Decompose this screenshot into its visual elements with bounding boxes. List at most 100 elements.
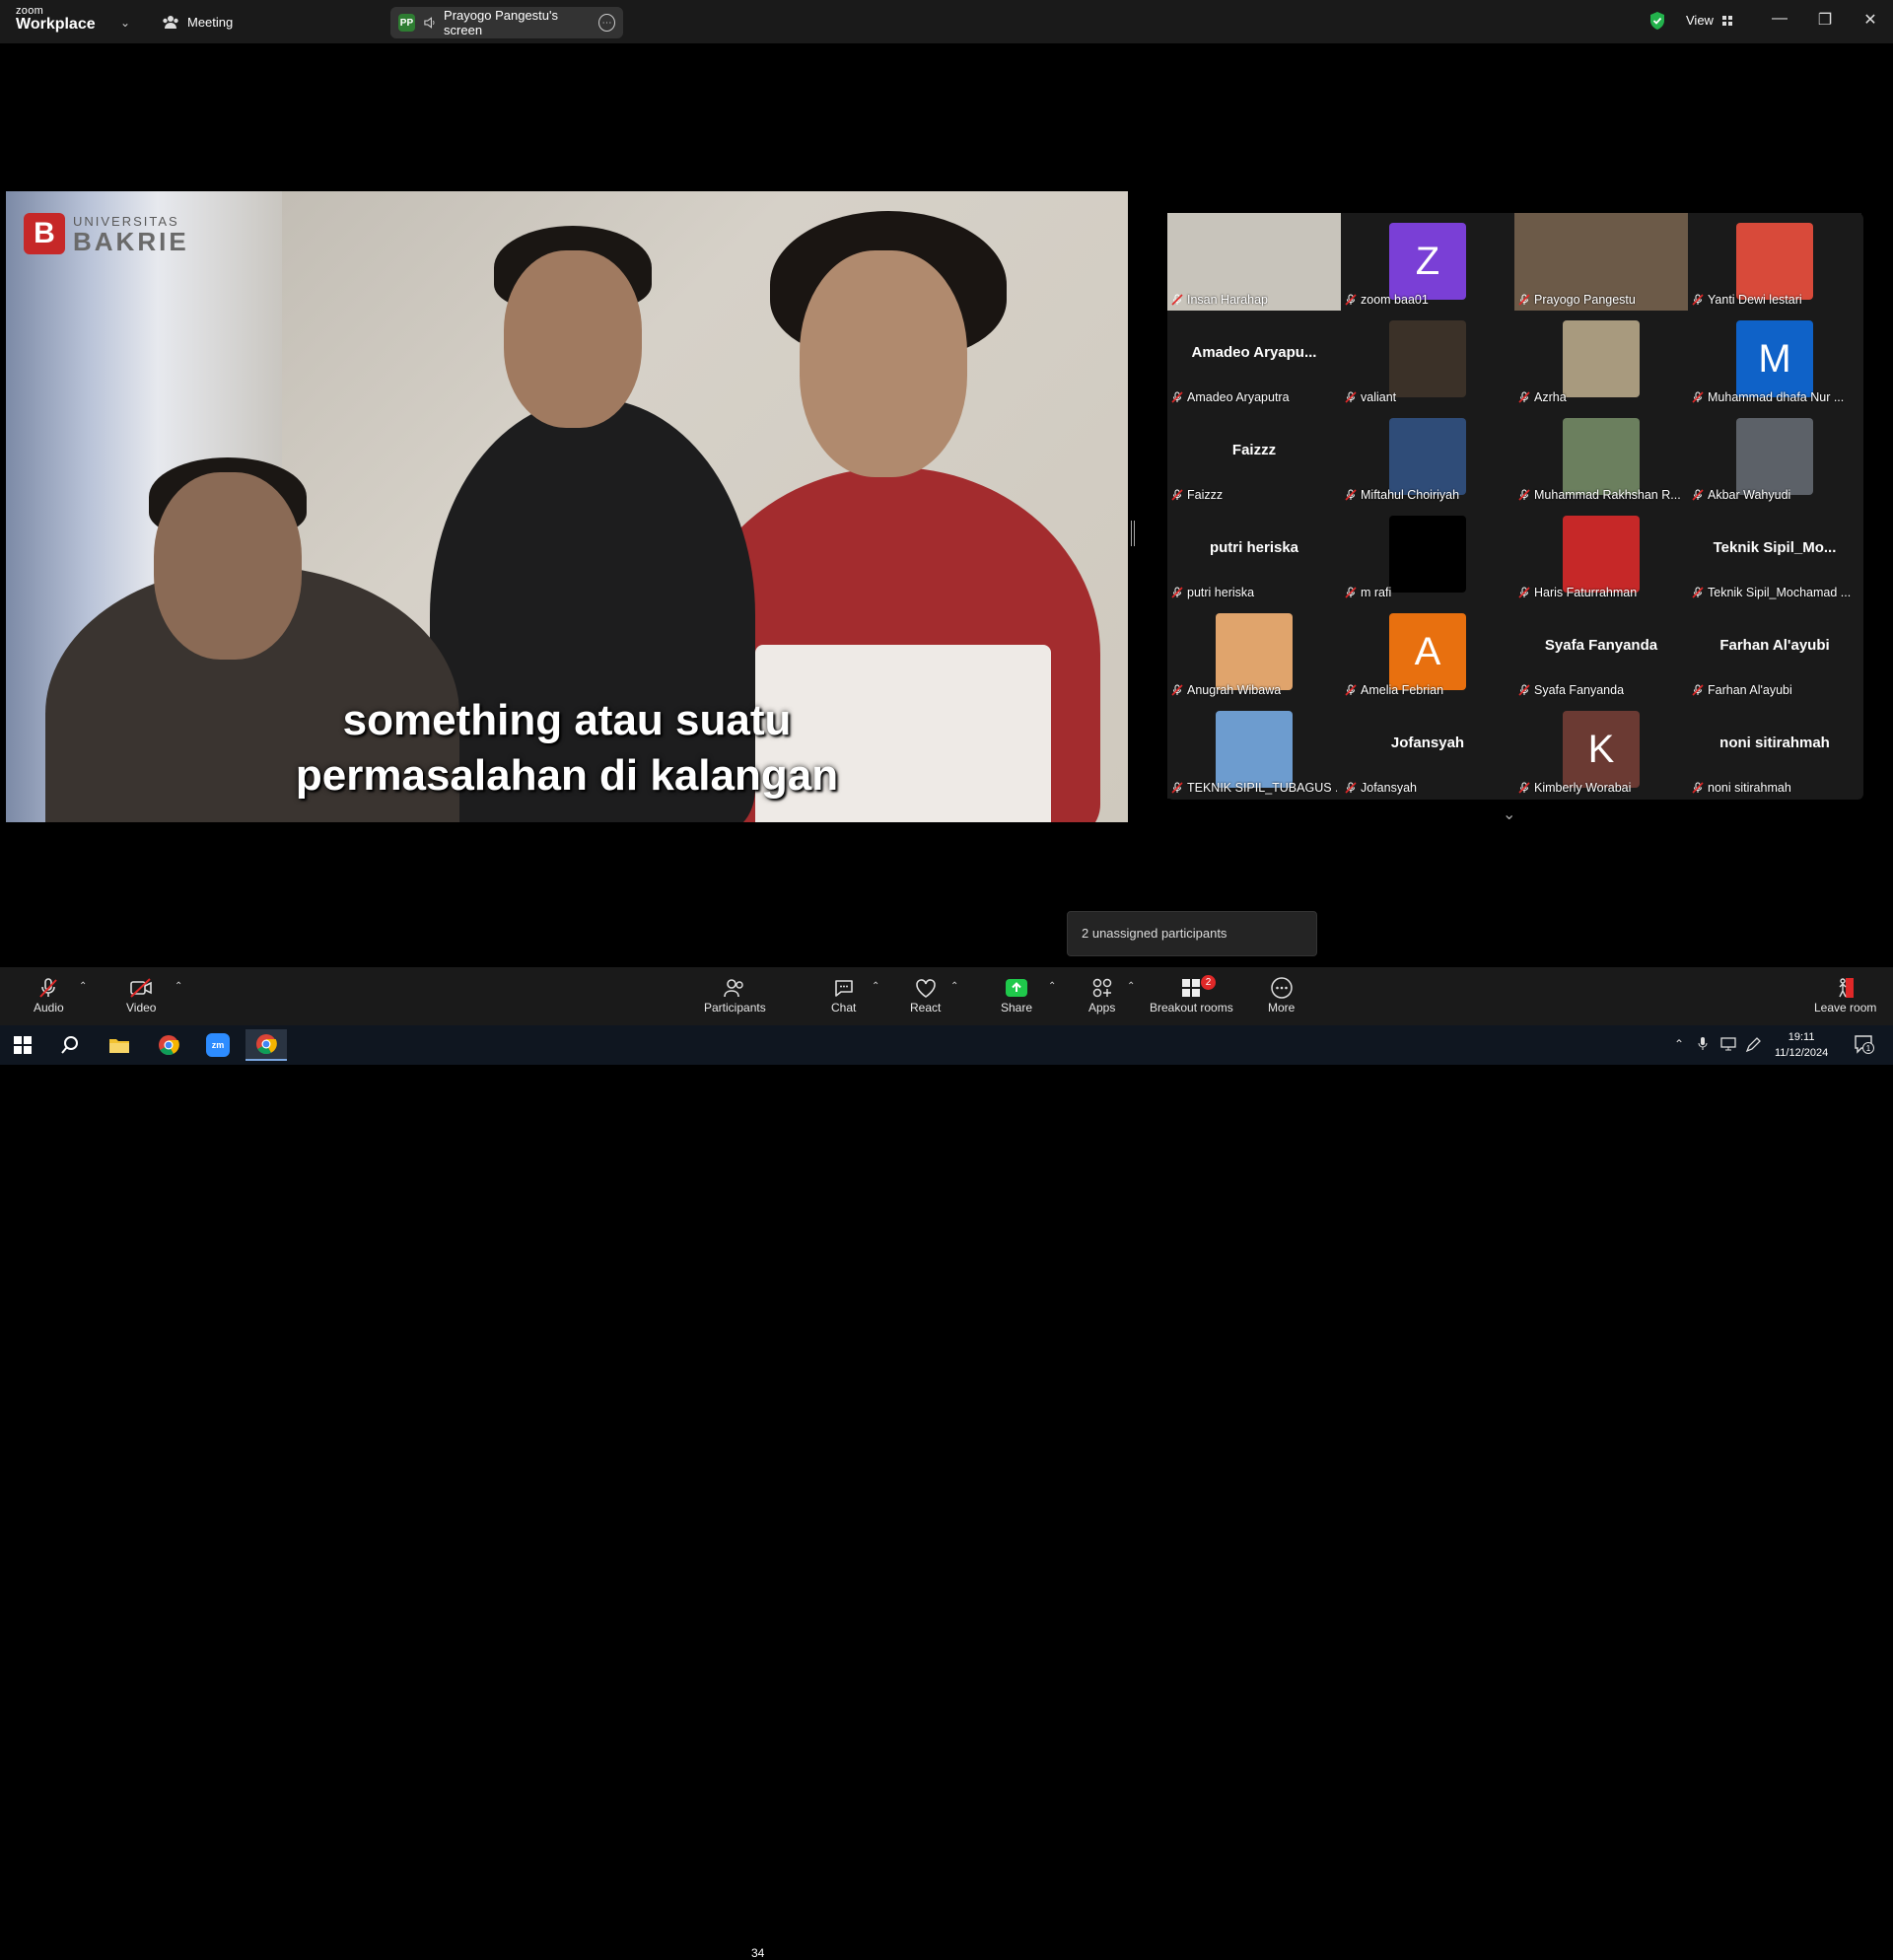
- meeting-menu[interactable]: Meeting: [162, 14, 233, 30]
- participant-name: Muhammad dhafa Nur ...: [1708, 390, 1845, 404]
- file-explorer-icon[interactable]: [99, 1029, 140, 1061]
- audio-button[interactable]: Audio: [34, 975, 64, 1015]
- video-label: Video: [126, 1001, 157, 1015]
- participants-label: Participants: [704, 1001, 766, 1015]
- participant-tile[interactable]: noni sitirahmah noni sitirahmah: [1688, 701, 1861, 799]
- share-button[interactable]: Share: [1001, 975, 1032, 1015]
- participant-tile[interactable]: TEKNIK SIPIL_TUBAGUS ...: [1167, 701, 1341, 799]
- view-menu[interactable]: View: [1686, 13, 1733, 28]
- participant-tile[interactable]: Syafa Fanyanda Syafa Fanyanda: [1514, 603, 1688, 701]
- participant-tile[interactable]: M Muhammad dhafa Nur ...: [1688, 311, 1861, 408]
- participant-tile[interactable]: Yanti Dewi lestari: [1688, 213, 1861, 311]
- pen-icon[interactable]: [1745, 1037, 1761, 1056]
- participant-tile[interactable]: m rafi: [1341, 506, 1514, 603]
- leave-room-button[interactable]: Leave room: [1814, 975, 1876, 1015]
- participant-tile[interactable]: Prayogo Pangestu: [1514, 213, 1688, 311]
- notification-count: 1: [1866, 1044, 1871, 1053]
- chat-button[interactable]: Chat: [831, 975, 856, 1015]
- logo-mark: B: [24, 213, 65, 254]
- tray-expand-icon[interactable]: ⌃: [1674, 1037, 1684, 1051]
- participant-tile[interactable]: Faizzz Faizzz: [1167, 408, 1341, 506]
- more-options-icon[interactable]: ⋯: [597, 14, 615, 32]
- chevron-down-icon[interactable]: ⌄: [1503, 805, 1515, 824]
- windows-start-icon[interactable]: [2, 1029, 43, 1061]
- zoom-workplace-logo[interactable]: zoom Workplace: [16, 6, 96, 33]
- participant-name: Amadeo Aryaputra: [1187, 390, 1290, 404]
- restore-icon[interactable]: ❐: [1810, 10, 1840, 30]
- participant-tile[interactable]: K Kimberly Worabai: [1514, 701, 1688, 799]
- participant-name: zoom baa01: [1361, 293, 1429, 307]
- participant-name-label: Amadeo Aryaputra: [1171, 390, 1290, 404]
- participant-display-name: Jofansyah: [1390, 735, 1465, 751]
- subtitle-line-2: permasalahan di kalangan: [295, 751, 839, 800]
- participant-tile[interactable]: Jofansyah Jofansyah: [1341, 701, 1514, 799]
- participant-name: valiant: [1361, 390, 1397, 404]
- chevron-down-icon[interactable]: ⌄: [120, 16, 130, 30]
- participant-name: Teknik Sipil_Mochamad ...: [1708, 586, 1852, 599]
- participant-name-label: valiant: [1345, 390, 1396, 404]
- participant-name: Amelia Febrian: [1361, 683, 1444, 697]
- universitas-bakrie-logo: B UNIVERSITAS BAKRIE: [24, 213, 189, 254]
- participant-tile[interactable]: Insan Harahap: [1167, 213, 1341, 311]
- react-label: React: [910, 1001, 942, 1015]
- participant-name-label: Anugrah Wibawa: [1171, 683, 1281, 697]
- participants-button[interactable]: Participants: [704, 975, 766, 1015]
- zoom-app-icon[interactable]: zm: [197, 1029, 239, 1061]
- chat-options-caret[interactable]: ⌃: [872, 981, 879, 992]
- video-button[interactable]: Video: [126, 975, 156, 1015]
- participant-tile[interactable]: Teknik Sipil_Mo... Teknik Sipil_Mochamad …: [1688, 506, 1861, 603]
- close-icon[interactable]: ✕: [1856, 10, 1885, 30]
- resize-handle[interactable]: [1131, 521, 1135, 546]
- participant-tile[interactable]: A Amelia Febrian: [1341, 603, 1514, 701]
- participant-tile[interactable]: Azrha: [1514, 311, 1688, 408]
- security-shield-icon[interactable]: [1648, 11, 1666, 31]
- chrome-icon[interactable]: [148, 1029, 189, 1061]
- muted-mic-icon: [1171, 489, 1183, 501]
- screen-share-indicator[interactable]: PP Prayogo Pangestu's screen ⋯: [390, 7, 623, 38]
- video-options-caret[interactable]: ⌃: [175, 981, 182, 992]
- participant-name-label: putri heriska: [1171, 586, 1254, 599]
- participant-name-label: Faizzz: [1171, 488, 1223, 502]
- react-options-caret[interactable]: ⌃: [950, 981, 958, 992]
- participant-avatar: K: [1563, 711, 1640, 788]
- participant-tile[interactable]: Anugrah Wibawa: [1167, 603, 1341, 701]
- participants-icon: [724, 979, 744, 998]
- logo-name-text: BAKRIE: [73, 226, 189, 256]
- participant-name-label: Haris Faturrahman: [1518, 586, 1637, 599]
- notifications-icon[interactable]: 1: [1854, 1033, 1875, 1058]
- apps-options-caret[interactable]: ⌃: [1127, 981, 1135, 992]
- participant-photo: [1736, 418, 1813, 495]
- more-label: More: [1268, 1001, 1296, 1015]
- participant-tile[interactable]: Muhammad Rakhshan R...: [1514, 408, 1688, 506]
- apps-button[interactable]: Apps: [1088, 975, 1115, 1015]
- participant-tile[interactable]: Farhan Al'ayubi Farhan Al'ayubi: [1688, 603, 1861, 701]
- shared-screen: B UNIVERSITAS BAKRIE something atau suat…: [6, 191, 1128, 822]
- participant-name-label: Akbar Wahyudi: [1692, 488, 1790, 502]
- participant-tile[interactable]: Akbar Wahyudi: [1688, 408, 1861, 506]
- react-button[interactable]: React: [910, 975, 941, 1015]
- minimize-icon[interactable]: —: [1765, 10, 1794, 28]
- unassigned-participants-tooltip: 2 unassigned participants: [1067, 911, 1317, 956]
- participant-tile[interactable]: putri heriska putri heriska: [1167, 506, 1341, 603]
- participant-tile[interactable]: Zzoom baa01: [1341, 213, 1514, 311]
- participant-tile[interactable]: Miftahul Choiriyah: [1341, 408, 1514, 506]
- muted-mic-icon: [1692, 587, 1704, 598]
- participant-name: Azrha: [1534, 390, 1567, 404]
- breakout-rooms-button[interactable]: Breakout rooms: [1150, 975, 1233, 1015]
- participant-tile[interactable]: Amadeo Aryapu... Amadeo Aryaputra: [1167, 311, 1341, 408]
- more-button[interactable]: More: [1268, 975, 1295, 1015]
- tray-microphone-icon[interactable]: [1698, 1037, 1708, 1054]
- audio-label: Audio: [34, 1001, 64, 1015]
- chrome-active-icon[interactable]: [245, 1029, 287, 1061]
- breakout-rooms-icon: [1182, 979, 1201, 997]
- system-clock[interactable]: 19:11 11/12/2024: [1775, 1029, 1828, 1061]
- share-options-caret[interactable]: ⌃: [1048, 981, 1056, 992]
- participant-tile[interactable]: Haris Faturrahman: [1514, 506, 1688, 603]
- audio-options-caret[interactable]: ⌃: [79, 981, 87, 992]
- participant-name: noni sitirahmah: [1708, 781, 1791, 795]
- search-icon[interactable]: [49, 1029, 91, 1061]
- participant-tile[interactable]: valiant: [1341, 311, 1514, 408]
- windows-taskbar: zm ⌃ 19:11 11/12/2024 1: [0, 1025, 1893, 1065]
- participant-name-label: Kimberly Worabai: [1518, 781, 1631, 795]
- network-icon[interactable]: [1719, 1037, 1737, 1054]
